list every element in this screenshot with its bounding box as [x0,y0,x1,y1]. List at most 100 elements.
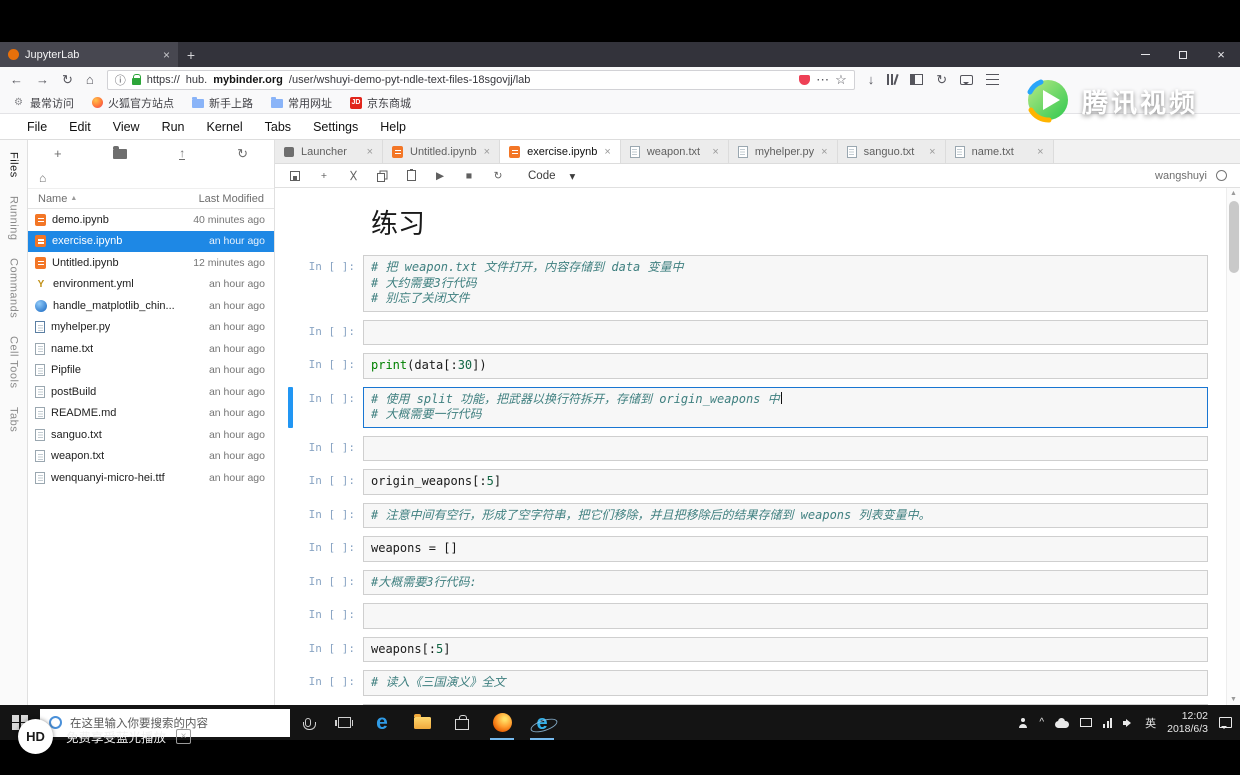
add-cell-button[interactable]: + [317,169,331,183]
pocket-icon[interactable] [799,74,811,85]
refresh-icon[interactable]: ↻ [237,146,248,162]
name-column-header[interactable]: Name [38,193,67,205]
sidebar-tab-tabs[interactable]: Tabs [8,407,20,432]
menu-item-file[interactable]: File [16,120,58,134]
cell-input[interactable]: print(data[:30]) [363,353,1208,379]
display-icon[interactable] [1080,718,1093,727]
file-row[interactable]: README.md an hour ago [28,403,274,425]
chat-icon[interactable] [960,74,974,85]
copy-cell-button[interactable] [375,169,389,183]
tab-close-icon[interactable]: × [1037,146,1043,158]
scrollbar-thumb[interactable] [1229,201,1239,273]
window-close-button[interactable]: × [1202,42,1240,67]
doc-tab[interactable]: Launcher × [275,140,383,163]
window-minimize-button[interactable] [1126,42,1164,67]
scroll-down-icon[interactable]: ▼ [1227,696,1240,703]
notebook-cell[interactable]: In [ ]: [275,319,1226,345]
menu-item-kernel[interactable]: Kernel [196,120,254,134]
notebook-cell[interactable]: In [ ]: weapons = [] [275,536,1226,562]
menu-item-edit[interactable]: Edit [58,120,102,134]
doc-tab[interactable]: Untitled.ipynb × [383,140,501,163]
notebook-cell[interactable]: In [ ]: # 使用 split 功能，把武器以换行符拆开，存储到 origi… [275,386,1226,428]
notebook-cell[interactable]: In [ ]: [275,435,1226,461]
paste-cell-button[interactable] [404,169,418,183]
network-icon[interactable] [1103,717,1113,728]
firefox-taskbar-button[interactable] [482,705,522,740]
cell-type-dropdown[interactable]: Code ▾ [528,169,575,183]
tray-expand-icon[interactable]: ^ [1039,717,1044,728]
cell-input[interactable] [363,603,1208,629]
tab-close-icon[interactable]: × [929,146,935,158]
file-row[interactable]: wenquanyi-micro-hei.ttf an hour ago [28,467,274,489]
cell-input[interactable]: # 读入《三国演义》全文 [363,670,1208,696]
menu-item-view[interactable]: View [102,120,151,134]
ie-taskbar-button[interactable]: e [522,705,562,740]
menu-item-tabs[interactable]: Tabs [254,120,302,134]
file-row[interactable]: name.txt an hour ago [28,338,274,360]
volume-icon[interactable] [1123,718,1134,728]
new-tab-button[interactable]: + [178,42,204,67]
restart-kernel-button[interactable]: ↻ [491,169,505,183]
doc-tab[interactable]: name.txt × [945,140,1054,163]
home-folder-icon[interactable]: ⌂ [39,171,46,185]
menu-icon[interactable] [986,74,1000,85]
notebook-cell[interactable]: In [ ]: # 读入《三国演义》全文 [275,670,1226,696]
sync-icon[interactable]: ↻ [936,73,947,86]
kernel-status-icon[interactable] [1216,170,1227,181]
people-icon[interactable] [1018,717,1028,728]
cell-input[interactable]: #大概需要3行代码: [363,569,1208,595]
tab-close-icon[interactable]: × [163,49,170,61]
cell-input[interactable]: # 把 weapon.txt 文件打开，内容存储到 data 变量中 # 大约需要… [363,255,1208,312]
file-row[interactable]: Pipfile an hour ago [28,360,274,382]
bookmark-item[interactable]: 新手上路 [192,95,253,111]
sidebar-tab-commands[interactable]: Commands [8,258,20,318]
promo-close-icon[interactable]: × [176,729,192,744]
bookmark-star-icon[interactable]: ☆ [835,73,847,86]
page-actions-icon[interactable]: ⋯ [816,73,829,86]
cell-input[interactable]: weapons[:5] [363,636,1208,662]
library-icon[interactable] [887,73,899,86]
cell-input[interactable]: weapons = [] [363,536,1208,562]
sidebar-toggle-icon[interactable] [910,74,924,85]
scroll-up-icon[interactable]: ▲ [1227,190,1240,197]
file-row[interactable]: demo.ipynb 40 minutes ago [28,209,274,231]
downloads-icon[interactable]: ↓ [868,73,875,86]
tab-close-icon[interactable]: × [712,146,718,158]
notebook-cell[interactable]: In [ ]: #大概需要3行代码: [275,569,1226,595]
notebook-cell[interactable]: In [ ]: print(data[:30]) [275,353,1226,379]
window-maximize-button[interactable] [1164,42,1202,67]
notebook-cell[interactable]: In [ ]: weapons[:5] [275,636,1226,662]
tab-close-icon[interactable]: × [821,146,827,158]
stop-kernel-button[interactable]: ■ [462,169,476,183]
mic-button[interactable] [290,705,326,740]
forward-icon[interactable]: → [36,73,49,86]
task-view-button[interactable] [326,705,362,740]
cell-input[interactable]: # 使用 split 功能，把武器以换行符拆开，存储到 origin_weapo… [363,386,1208,428]
bookmark-item[interactable]: 常用网址 [271,95,332,111]
notebook-cell[interactable]: In [ ]: origin_weapons[:5] [275,469,1226,495]
notebook-scrollbar[interactable]: ▲ ▼ [1226,188,1240,705]
edge-taskbar-button[interactable]: e [362,705,402,740]
upload-icon[interactable]: ↑ [179,147,186,161]
browser-tab[interactable]: JupyterLab × [0,42,178,67]
modified-column-header[interactable]: Last Modified [199,193,264,205]
tab-close-icon[interactable]: × [484,146,490,158]
file-row[interactable]: sanguo.txt an hour ago [28,424,274,446]
cloud-icon[interactable] [1055,718,1070,728]
url-input[interactable]: ⓘ https:// hub. mybinder.org/user/wshuyi-d… [106,69,855,90]
bookmark-item[interactable]: ⚙ 最常访问 [12,95,74,111]
notebook-cell[interactable]: In [ ]: # 注意中间有空行，形成了空字符串，把它们移除，并且把移除后的结果… [275,502,1226,528]
cell-input[interactable] [363,319,1208,345]
explorer-taskbar-button[interactable] [402,705,442,740]
action-center-icon[interactable] [1219,717,1232,729]
language-indicator[interactable]: 英 [1145,715,1156,731]
new-folder-icon[interactable] [113,146,128,159]
back-icon[interactable]: ← [10,73,23,86]
file-row[interactable]: handle_matplotlib_chin... an hour ago [28,295,274,317]
page-info-icon[interactable]: ⓘ [115,72,126,88]
cut-cell-button[interactable] [346,169,360,183]
new-launcher-icon[interactable]: + [54,146,62,161]
doc-tab[interactable]: myhelper.py × [728,140,838,163]
file-row[interactable]: environment.yml an hour ago [28,274,274,296]
cell-input[interactable] [363,435,1208,461]
